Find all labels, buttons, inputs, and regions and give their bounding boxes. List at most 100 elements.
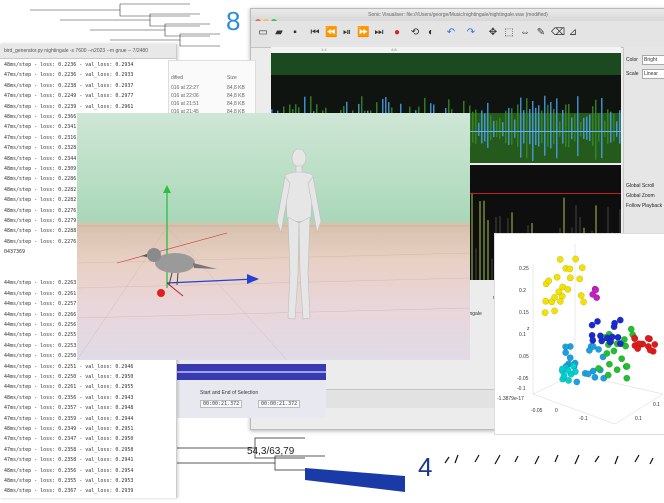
terminal-line: 47ms/step - loss: 0.2359 - val_loss: 0.2… <box>4 415 134 422</box>
scatter-point <box>580 298 588 306</box>
dendrogram-label: 54,3/63,79 <box>247 446 295 457</box>
finder-cell-modified: 016 at 22:27 <box>171 85 199 91</box>
x-axis-line <box>166 278 256 284</box>
save-icon[interactable]: ▪ <box>289 27 301 39</box>
scatter-point <box>556 298 564 305</box>
scatter-label-xneg005: -0.05 <box>531 408 543 414</box>
scatter-axis-z: z <box>527 326 530 332</box>
scatter-point <box>559 365 566 373</box>
color-dropdown[interactable]: Bright <box>642 55 664 65</box>
scale-label: Scale <box>626 71 639 77</box>
ruler-mark-2: 4:8 <box>391 47 397 52</box>
scatter-point <box>551 307 558 315</box>
select-icon[interactable]: ⬚ <box>503 27 515 39</box>
terminal-line: 48ms/step - loss: 0.2356 - val_loss: 0.2… <box>4 394 134 401</box>
measure-icon[interactable]: ⊿ <box>567 27 579 39</box>
scatter-plot-3d[interactable]: -1.3879e-17 0.25 0.2 0.15 0.1 0.05 -0.05… <box>494 233 664 435</box>
scatter-point <box>572 255 580 263</box>
sv-titlebar[interactable]: Sonic Visualiser: file:///Users/george/M… <box>251 9 664 21</box>
finder-header-modified[interactable]: dified <box>171 75 183 81</box>
terminal-line: 47ms/step - loss: 0.2347 - val_loss: 0.2… <box>4 436 134 443</box>
finder-cell-modified: 016 at 21:51 <box>171 101 199 107</box>
scatter-point <box>577 292 585 299</box>
scatter-point <box>610 347 618 355</box>
play-pause-icon[interactable]: ⏯ <box>341 27 353 39</box>
erase-icon[interactable]: ⌫ <box>551 27 565 39</box>
scatter-label-y015: 0.15 <box>519 310 529 316</box>
loop-icon[interactable]: ⟲ <box>409 27 421 39</box>
scatter-point <box>606 360 613 368</box>
scatter-point <box>611 319 619 327</box>
terminal-line: 48ms/step - loss: 0.2349 - val_loss: 0.2… <box>4 426 134 432</box>
selection-strip: Start and End of Selection 00:00:21.372 … <box>176 360 326 418</box>
x-axis-arrow-icon <box>247 274 259 284</box>
scatter-point <box>616 316 624 324</box>
solo-icon[interactable]: ◐ <box>425 27 437 39</box>
bird-model-icon <box>141 248 217 286</box>
scatter-point <box>564 286 572 293</box>
scatter-point <box>603 350 611 357</box>
3d-scene <box>77 148 470 360</box>
scatter-label-x01b: 0.1 <box>653 402 660 408</box>
skip-end-icon[interactable]: ⏭ <box>373 27 385 39</box>
scatter-point <box>571 368 579 376</box>
scatter-label-y005: 0.05 <box>519 354 529 360</box>
scatter-label-y01: 0.1 <box>519 332 526 338</box>
terminal-line: 47ms/step - loss: 0.2358 - val_loss: 0.2… <box>4 446 134 453</box>
scatter-svg: -1.3879e-17 0.25 0.2 0.15 0.1 0.05 -0.05… <box>497 244 664 425</box>
move-icon[interactable]: ⇔ <box>519 27 531 39</box>
navigate-icon[interactable]: ✥ <box>487 27 499 39</box>
scatter-point <box>606 338 614 346</box>
open-folder-icon[interactable]: ▰ <box>273 27 285 39</box>
global-scroll-label[interactable]: Global Scroll <box>626 183 654 189</box>
human-model-icon <box>276 148 322 320</box>
undo-icon[interactable]: ↶ <box>445 27 457 39</box>
origin-marker-icon <box>157 289 165 297</box>
scatter-point <box>604 371 612 379</box>
draw-icon[interactable]: ✎ <box>535 27 547 39</box>
finder-cell-modified: 016 at 22:06 <box>171 93 199 99</box>
mini-waveform <box>176 364 326 380</box>
scatter-point <box>614 333 622 341</box>
selection-end-field[interactable]: 00:00:21.372 <box>258 400 301 408</box>
scatter-point <box>613 366 621 374</box>
record-icon[interactable]: ● <box>391 27 403 39</box>
y-axis-arrow-icon <box>163 185 171 193</box>
scatter-point <box>573 378 581 386</box>
follow-playback-label[interactable]: Follow Playback <box>626 203 662 209</box>
terminal-line: 48ms/step - loss: 0.2356 - val_loss: 0.2… <box>4 467 134 474</box>
terminal-line: 47ms/step - loss: 0.2357 - val_loss: 0.2… <box>4 405 134 412</box>
scatter-point <box>588 321 596 329</box>
finder-header-size[interactable]: Size <box>227 75 237 81</box>
scatter-point <box>542 297 550 305</box>
scatter-point <box>627 325 635 333</box>
scatter-point <box>541 309 549 317</box>
scatter-point <box>591 373 599 381</box>
scatter-label-y025: 0.25 <box>519 266 529 272</box>
new-file-icon[interactable]: ▭ <box>257 27 269 39</box>
3d-render-view[interactable] <box>77 113 470 360</box>
rewind-icon[interactable]: ⏪ <box>325 27 337 39</box>
terminal-line: 48ms/step - loss: 0.2367 - val_loss: 0.2… <box>4 488 134 495</box>
scatter-point <box>594 318 601 325</box>
terminal-line: 47ms/step - loss: 0.2249 - val_loss: 0.2… <box>4 93 134 100</box>
selection-start-field[interactable]: 00:00:21.372 <box>200 400 243 408</box>
scatter-point <box>562 349 570 357</box>
fast-forward-icon[interactable]: ⏩ <box>357 27 369 39</box>
color-value: Bright <box>644 57 658 63</box>
scatter-label-x0: 0 <box>555 408 558 414</box>
scatter-point <box>616 340 624 348</box>
scatter-point <box>589 343 597 350</box>
global-zoom-label[interactable]: Global Zoom <box>626 193 655 199</box>
terminal-line: 44ms/step - loss: 0.2250 - val_loss: 0.2… <box>4 374 134 380</box>
scale-dropdown[interactable]: Linear <box>642 69 664 79</box>
scatter-point <box>565 376 573 384</box>
terminal-titlebar[interactable]: bird_generator.py nightingale -s 7600 --… <box>0 44 176 59</box>
scatter-point <box>566 265 574 273</box>
rewind-start-icon[interactable]: ⏮ <box>309 27 321 39</box>
scatter-point <box>646 346 654 354</box>
terminal-title: bird_generator.py nightingale -s 7600 --… <box>4 48 148 54</box>
redo-icon[interactable]: ↷ <box>465 27 477 39</box>
scatter-point <box>598 337 606 345</box>
scatter-point <box>556 255 564 263</box>
